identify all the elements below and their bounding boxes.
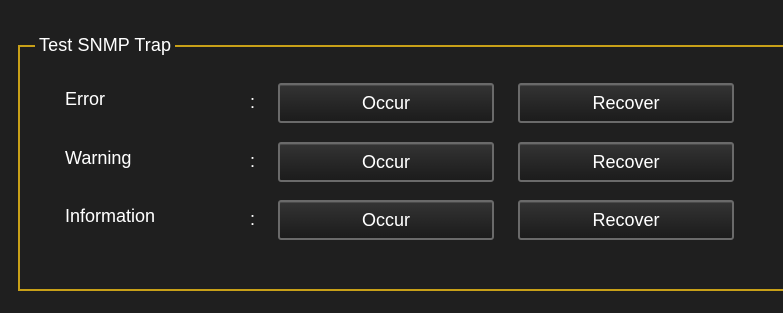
trap-row-information: Information : Occur Recover bbox=[0, 200, 783, 240]
group-title: Test SNMP Trap bbox=[35, 33, 176, 57]
information-occur-button[interactable]: Occur bbox=[278, 200, 494, 240]
row-label-information: Information bbox=[65, 206, 156, 226]
information-recover-button[interactable]: Recover bbox=[518, 200, 734, 240]
warning-recover-button[interactable]: Recover bbox=[518, 142, 734, 182]
warning-occur-button[interactable]: Occur bbox=[278, 142, 494, 182]
error-recover-button[interactable]: Recover bbox=[518, 83, 734, 123]
row-label-warning: Warning bbox=[65, 148, 132, 168]
trap-row-warning: Warning : Occur Recover bbox=[0, 142, 783, 182]
row-separator: : bbox=[250, 151, 256, 171]
row-label-error: Error bbox=[65, 89, 105, 109]
row-separator: : bbox=[250, 92, 256, 112]
error-occur-button[interactable]: Occur bbox=[278, 83, 494, 123]
row-separator: : bbox=[250, 209, 256, 229]
trap-row-error: Error : Occur Recover bbox=[0, 83, 783, 123]
snmp-trap-page: Test SNMP Trap Error : Occur Recover War… bbox=[0, 0, 783, 313]
